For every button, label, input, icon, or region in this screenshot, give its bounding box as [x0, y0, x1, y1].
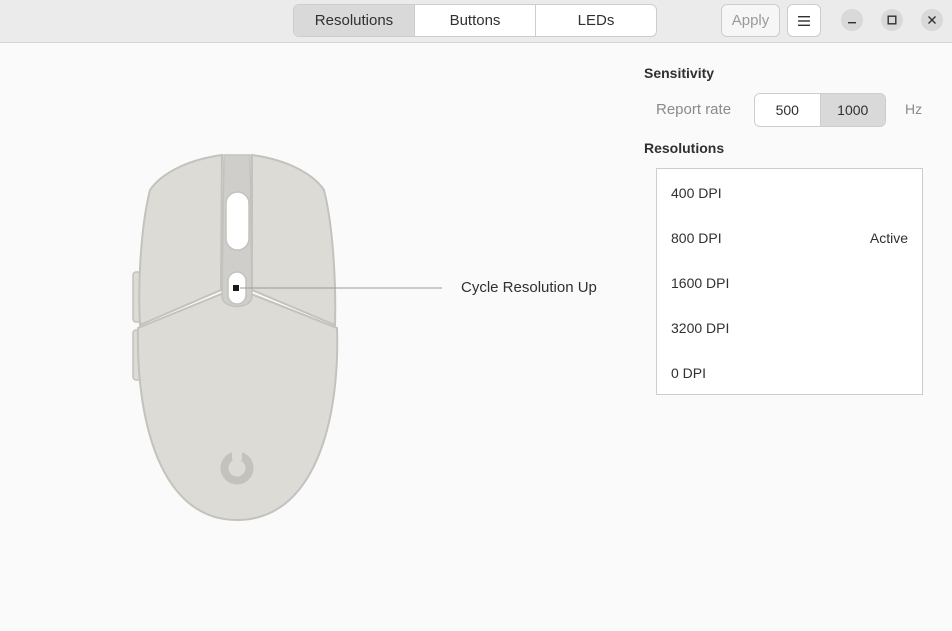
minimize-icon	[848, 22, 856, 24]
list-item[interactable]: 800 DPI Active	[657, 215, 922, 260]
resolution-label: 3200 DPI	[671, 319, 730, 336]
view-switcher: Resolutions Buttons LEDs	[293, 4, 657, 37]
resolutions-list: 400 DPI 800 DPI Active 1600 DPI 3200 DPI…	[656, 168, 923, 395]
header-bar: Resolutions Buttons LEDs Apply	[0, 0, 952, 43]
resolution-status: Active	[869, 229, 908, 246]
button-callout-label: Cycle Resolution Up	[461, 279, 597, 296]
report-rate-selector: 500 1000	[754, 93, 886, 127]
rate-unit-label: Hz	[905, 101, 923, 117]
sensitivity-title: Sensitivity	[644, 65, 715, 81]
close-button[interactable]	[921, 9, 943, 31]
tab-buttons[interactable]: Buttons	[415, 5, 536, 36]
list-item[interactable]: 400 DPI	[657, 170, 922, 215]
resolution-button-marker	[233, 285, 239, 291]
hamburger-menu-icon	[798, 15, 810, 26]
resolution-label: 800 DPI	[671, 229, 722, 246]
maximize-icon	[887, 15, 897, 25]
tab-leds[interactable]: LEDs	[536, 5, 656, 36]
mouse-illustration	[132, 153, 442, 522]
close-icon	[928, 16, 936, 24]
report-rate-label: Report rate	[656, 101, 732, 118]
rate-500-button[interactable]: 500	[755, 94, 820, 126]
resolution-label: 1600 DPI	[671, 274, 730, 291]
list-item[interactable]: 3200 DPI	[657, 305, 922, 350]
resolution-label: 400 DPI	[671, 184, 722, 201]
tab-resolutions[interactable]: Resolutions	[294, 5, 415, 36]
maximize-button[interactable]	[881, 9, 903, 31]
resolutions-title: Resolutions	[644, 140, 725, 156]
resolution-label: 0 DPI	[671, 364, 707, 381]
mouse-body	[136, 286, 339, 522]
list-item[interactable]: 1600 DPI	[657, 260, 922, 305]
scroll-wheel[interactable]	[225, 191, 250, 251]
list-item[interactable]: 0 DPI	[657, 350, 922, 395]
minimize-button[interactable]	[841, 9, 863, 31]
apply-button[interactable]: Apply	[721, 4, 780, 37]
rate-1000-button[interactable]: 1000	[819, 94, 885, 126]
menu-button[interactable]	[787, 4, 821, 37]
